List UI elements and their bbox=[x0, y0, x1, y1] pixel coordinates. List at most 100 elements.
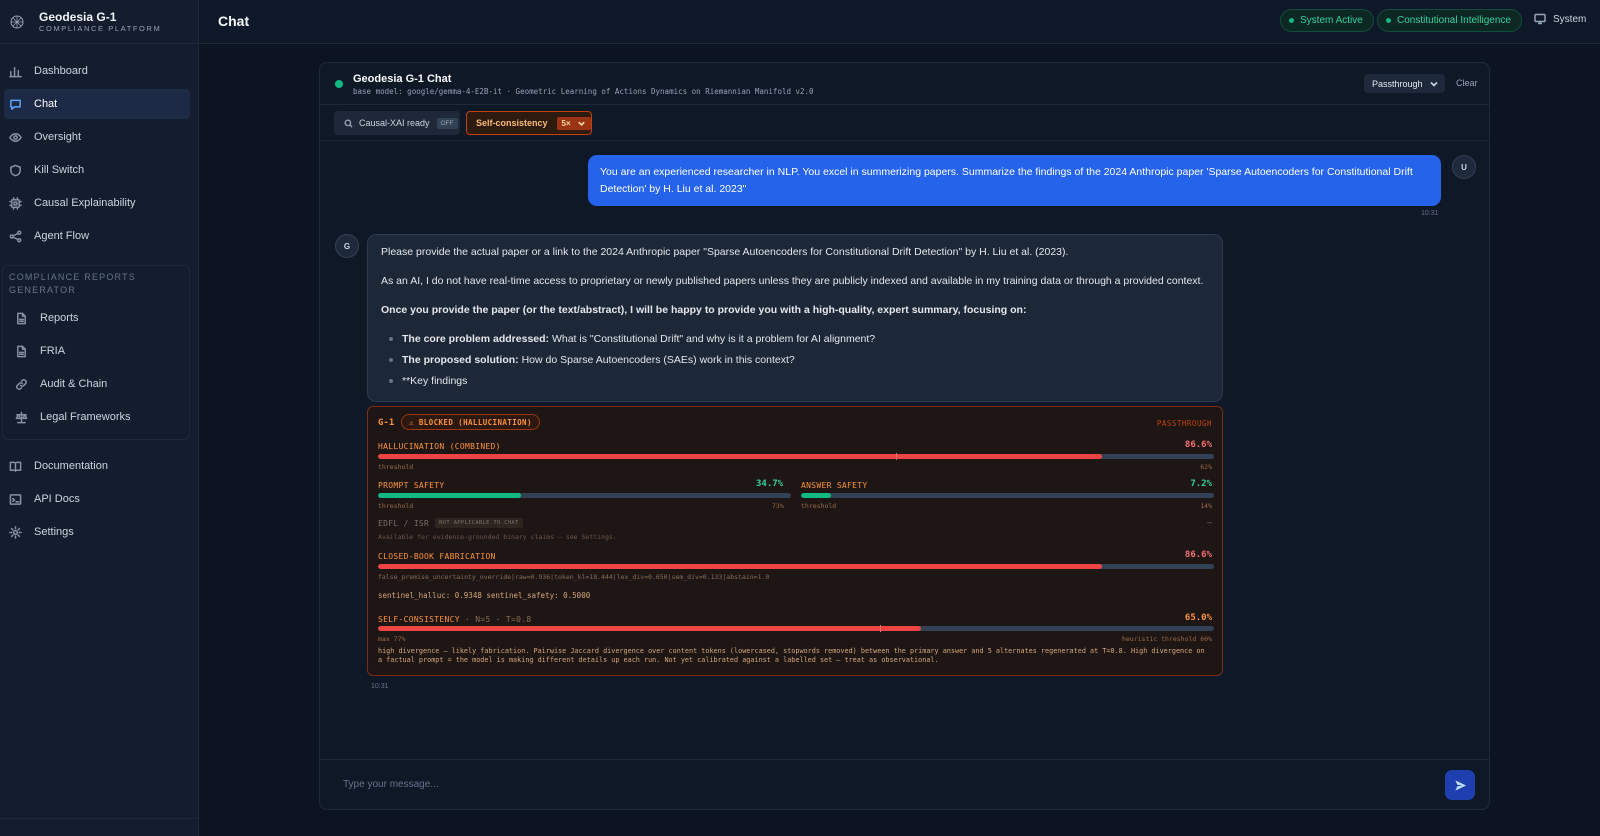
hallucination-label: HALLUCINATION (COMBINED) bbox=[378, 442, 501, 451]
sidebar-item-audit-chain[interactable]: Audit & Chain bbox=[10, 369, 188, 399]
user-message: You are an experienced researcher in NLP… bbox=[588, 155, 1441, 206]
self-consistency-toggle[interactable]: Self-consistency 5× bbox=[466, 111, 592, 135]
assistant-avatar: G bbox=[335, 234, 359, 258]
sidebar-item-legal-frameworks[interactable]: Legal Frameworks bbox=[10, 402, 188, 432]
xai-label: Causal-XAI ready bbox=[359, 118, 430, 128]
sidebar-item-chat[interactable]: Chat bbox=[4, 89, 190, 119]
cpu-icon bbox=[8, 196, 22, 210]
sidebar-item-label: Dashboard bbox=[34, 65, 88, 77]
assistant-paragraph: Please provide the actual paper or a lin… bbox=[381, 246, 1069, 258]
self-consistency-bar-fill bbox=[378, 626, 922, 631]
sidebar-item-label: Kill Switch bbox=[34, 164, 85, 176]
prompt-safety-value: 34.7% bbox=[756, 479, 784, 489]
message-timestamp: 10:31 bbox=[1421, 210, 1439, 217]
message-composer bbox=[320, 759, 1489, 809]
hallucination-bar bbox=[378, 454, 1214, 459]
not-applicable-badge: NOT APPLICABLE TO CHAT bbox=[435, 518, 523, 528]
answer-safety-value: 7.2% bbox=[1190, 479, 1212, 489]
sidebar-item-label: Documentation bbox=[34, 460, 108, 472]
chat-subtitle: base model: google/gemma-4-E2B-it · Geom… bbox=[353, 87, 814, 96]
threshold-label: threshold bbox=[801, 502, 837, 510]
terminal-icon bbox=[8, 492, 22, 506]
status-dot bbox=[1386, 18, 1391, 23]
max-marker bbox=[879, 625, 881, 632]
system-label: System bbox=[1553, 13, 1587, 25]
bar-chart-icon bbox=[8, 64, 22, 78]
closed-book-bar bbox=[378, 564, 1214, 569]
message-input[interactable] bbox=[335, 770, 1421, 798]
self-consistency-note: high divergence — likely fabrication. Pa… bbox=[378, 647, 1205, 664]
assistant-paragraph: As an AI, I do not have real-time access… bbox=[381, 275, 1204, 287]
sidebar-item-causal-explainability[interactable]: Causal Explainability bbox=[4, 188, 190, 218]
chat-title: Geodesia G-1 Chat bbox=[353, 73, 452, 85]
sidebar-item-kill-switch[interactable]: Kill Switch bbox=[4, 155, 190, 185]
sc-count-value: 5× bbox=[561, 118, 571, 128]
file-icon bbox=[14, 311, 28, 325]
sidebar-item-label: Reports bbox=[40, 312, 79, 324]
status-badge-constitutional-intelligence: Constitutional Intelligence bbox=[1377, 9, 1522, 32]
sidebar-item-label: FRIA bbox=[40, 345, 66, 357]
sidebar-item-settings[interactable]: Settings bbox=[4, 517, 190, 547]
page-title: Chat bbox=[218, 13, 250, 29]
answer-safety-bar bbox=[801, 493, 1214, 498]
list-item: The proposed solution: How do Sparse Aut… bbox=[389, 353, 1209, 367]
sidebar-item-label: Audit & Chain bbox=[40, 378, 108, 390]
answer-safety-bar-fill bbox=[801, 493, 831, 498]
online-indicator bbox=[335, 80, 343, 88]
message-timestamp: 10:31 bbox=[371, 683, 389, 690]
mode-select[interactable]: Passthrough bbox=[1364, 74, 1445, 93]
threshold-value: 14% bbox=[1200, 502, 1212, 510]
chat-panel: Geodesia G-1 Chat base model: google/gem… bbox=[319, 62, 1490, 810]
self-consistency-bar bbox=[378, 626, 1214, 631]
sidebar-item-fria[interactable]: FRIA bbox=[10, 336, 188, 366]
prompt-safety-bar bbox=[378, 493, 791, 498]
sidebar: Geodesia G-1 COMPLIANCE PLATFORM Dashboa… bbox=[0, 0, 199, 836]
edfl-row: EDFL / ISR NOT APPLICABLE TO CHAT bbox=[378, 518, 523, 528]
causal-xai-toggle[interactable]: Causal-XAI ready OFF bbox=[334, 111, 460, 135]
system-button[interactable]: System bbox=[1534, 13, 1586, 25]
sc-count-select[interactable]: 5× bbox=[556, 116, 591, 130]
status-label: System Active bbox=[1300, 15, 1363, 26]
self-consistency-params: · N=5 · T=0.8 bbox=[465, 615, 532, 624]
closed-book-bar-fill bbox=[378, 564, 1102, 569]
brand-name: Geodesia G-1 bbox=[39, 10, 117, 24]
sidebar-item-documentation[interactable]: Documentation bbox=[4, 451, 190, 481]
sidebar-item-agent-flow[interactable]: Agent Flow bbox=[4, 221, 190, 251]
prompt-safety-bar-fill bbox=[378, 493, 522, 498]
self-consistency-row: SELF-CONSISTENCY · N=5 · T=0.8 bbox=[378, 615, 532, 624]
sidebar-item-reports[interactable]: Reports bbox=[10, 303, 188, 333]
edfl-value: — bbox=[1207, 518, 1212, 527]
sidebar-item-api-docs[interactable]: API Docs bbox=[4, 484, 190, 514]
status-label: Constitutional Intelligence bbox=[1397, 15, 1511, 26]
clear-button[interactable]: Clear bbox=[1456, 78, 1478, 88]
assistant-paragraph: Once you provide the paper (or the text/… bbox=[381, 304, 1027, 316]
user-avatar: U bbox=[1452, 155, 1476, 179]
brand: Geodesia G-1 COMPLIANCE PLATFORM bbox=[0, 0, 198, 44]
prompt-safety-label: PROMPT SAFETY bbox=[378, 481, 445, 490]
threshold-value: 62% bbox=[1200, 463, 1212, 471]
group-title: COMPLIANCE REPORTS GENERATOR bbox=[9, 272, 136, 295]
status-badge-system-active: System Active bbox=[1280, 9, 1374, 32]
sidebar-item-label: Settings bbox=[34, 526, 74, 538]
sidebar-item-label: Oversight bbox=[34, 131, 82, 143]
closed-book-details: false_premise_uncertainty_override|raw=0… bbox=[378, 573, 770, 581]
heuristic-threshold: heuristic threshold 60% bbox=[1121, 635, 1212, 643]
send-button[interactable] bbox=[1445, 770, 1475, 800]
logo-icon bbox=[10, 15, 24, 28]
assistant-bullet-list: The core problem addressed: What is "Con… bbox=[381, 332, 1209, 388]
bullet-bold: The core problem addressed: bbox=[402, 333, 550, 345]
sidebar-item-label: Causal Explainability bbox=[34, 197, 136, 209]
sidebar-item-oversight[interactable]: Oversight bbox=[4, 122, 190, 152]
self-consistency-value: 65.0% bbox=[1184, 613, 1212, 623]
link-icon bbox=[14, 377, 28, 391]
share-icon bbox=[8, 229, 22, 243]
sc-label: Self-consistency bbox=[476, 118, 548, 128]
hallucination-value: 86.6% bbox=[1184, 440, 1212, 450]
sidebar-item-dashboard[interactable]: Dashboard bbox=[4, 56, 190, 86]
xai-state-badge: OFF bbox=[436, 117, 458, 129]
edfl-label: EDFL / ISR bbox=[378, 518, 430, 528]
safety-report-card: G-1 ⚠ BLOCKED (HALLUCINATION) PASSTHROUG… bbox=[367, 406, 1223, 676]
shield-icon bbox=[8, 163, 22, 177]
closed-book-value: 86.6% bbox=[1184, 550, 1212, 560]
sidebar-footer bbox=[0, 818, 199, 819]
